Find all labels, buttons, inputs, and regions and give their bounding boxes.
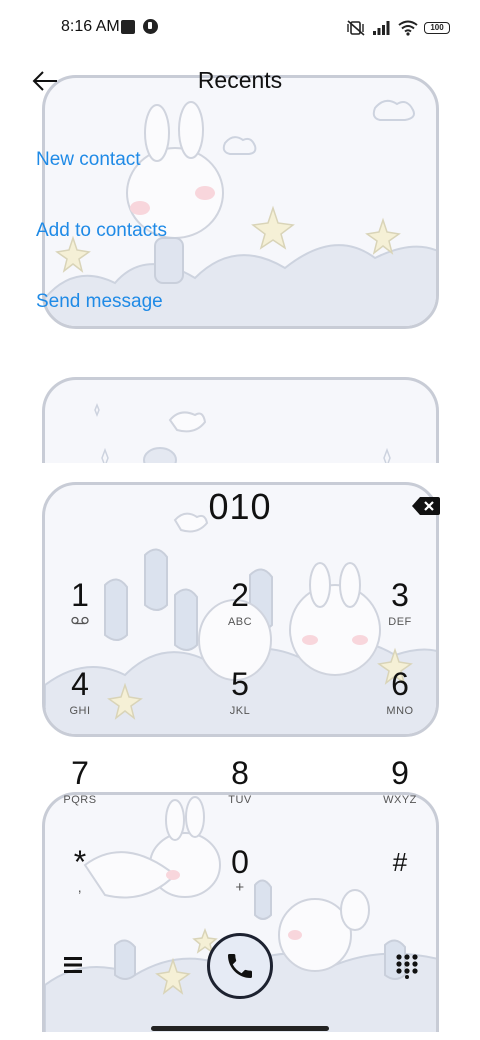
add-to-contacts-button[interactable]: Add to contacts [36,220,167,242]
key-9[interactable]: 9 WXYZ [350,756,450,836]
key-digit: * [73,844,87,880]
call-button[interactable] [207,933,273,999]
key-digit: 1 [71,577,89,613]
app-status-icon [143,19,158,34]
mute-vibrate-icon [347,20,365,36]
key-letters: DEF [388,616,412,628]
key-digit: 8 [231,755,249,791]
key-hash[interactable]: # [350,845,450,925]
notification-square-icon [121,20,135,34]
key-3[interactable]: 3 DEF [350,578,450,658]
decorative-card [42,377,439,463]
key-digit: 0 [231,844,249,880]
dialpad-toggle-button[interactable] [395,953,419,979]
key-digit: 2 [231,577,249,613]
menu-button[interactable] [60,953,88,977]
key-digit: 9 [391,755,409,791]
backspace-icon [412,497,440,515]
dialpad-grid-icon [396,954,418,979]
key-letters: WXYZ [383,794,417,806]
key-letters: PQRS [63,794,97,806]
wifi-icon [398,20,418,36]
key-letters: MNO [386,705,414,717]
key-7[interactable]: 7 PQRS [30,756,130,836]
dialed-number-display[interactable]: 010 [0,486,480,528]
key-letters: JKL [229,705,251,717]
header: Recents [0,56,480,108]
key-digit: 3 [391,577,409,613]
key-star[interactable]: * , [30,845,130,925]
key-letters: GHI [69,705,91,717]
key-digit: # [392,847,408,877]
voicemail-icon [71,616,89,625]
page-title: Recents [197,67,283,93]
key-2[interactable]: 2 ABC [190,578,290,658]
new-contact-button[interactable]: New contact [36,149,141,171]
key-letters: , [77,879,83,895]
key-digit: 4 [71,666,89,702]
phone-icon [228,954,252,978]
menu-icon [64,957,82,973]
key-letters: TUV [228,794,252,806]
key-letters: ABC [227,616,253,628]
key-6[interactable]: 6 MNO [350,667,450,747]
key-digit: 7 [71,755,89,791]
key-4[interactable]: 4 GHI [30,667,130,747]
status-time: 8:16 AM [61,18,120,35]
key-letters: + [235,879,245,896]
key-5[interactable]: 5 JKL [190,667,290,747]
key-8[interactable]: 8 TUV [190,756,290,836]
status-bar: 8:16 AM 100 [0,0,480,56]
key-digit: 6 [391,666,409,702]
backspace-button[interactable] [411,495,441,517]
key-1[interactable]: 1 [30,578,130,658]
battery-icon: 100 [424,22,450,34]
key-0[interactable]: 0 + [190,845,290,925]
home-indicator[interactable] [151,1026,329,1031]
status-icons: 100 [346,16,450,40]
send-message-button[interactable]: Send message [36,291,163,313]
signal-icon [373,21,390,35]
key-digit: 5 [231,666,249,702]
